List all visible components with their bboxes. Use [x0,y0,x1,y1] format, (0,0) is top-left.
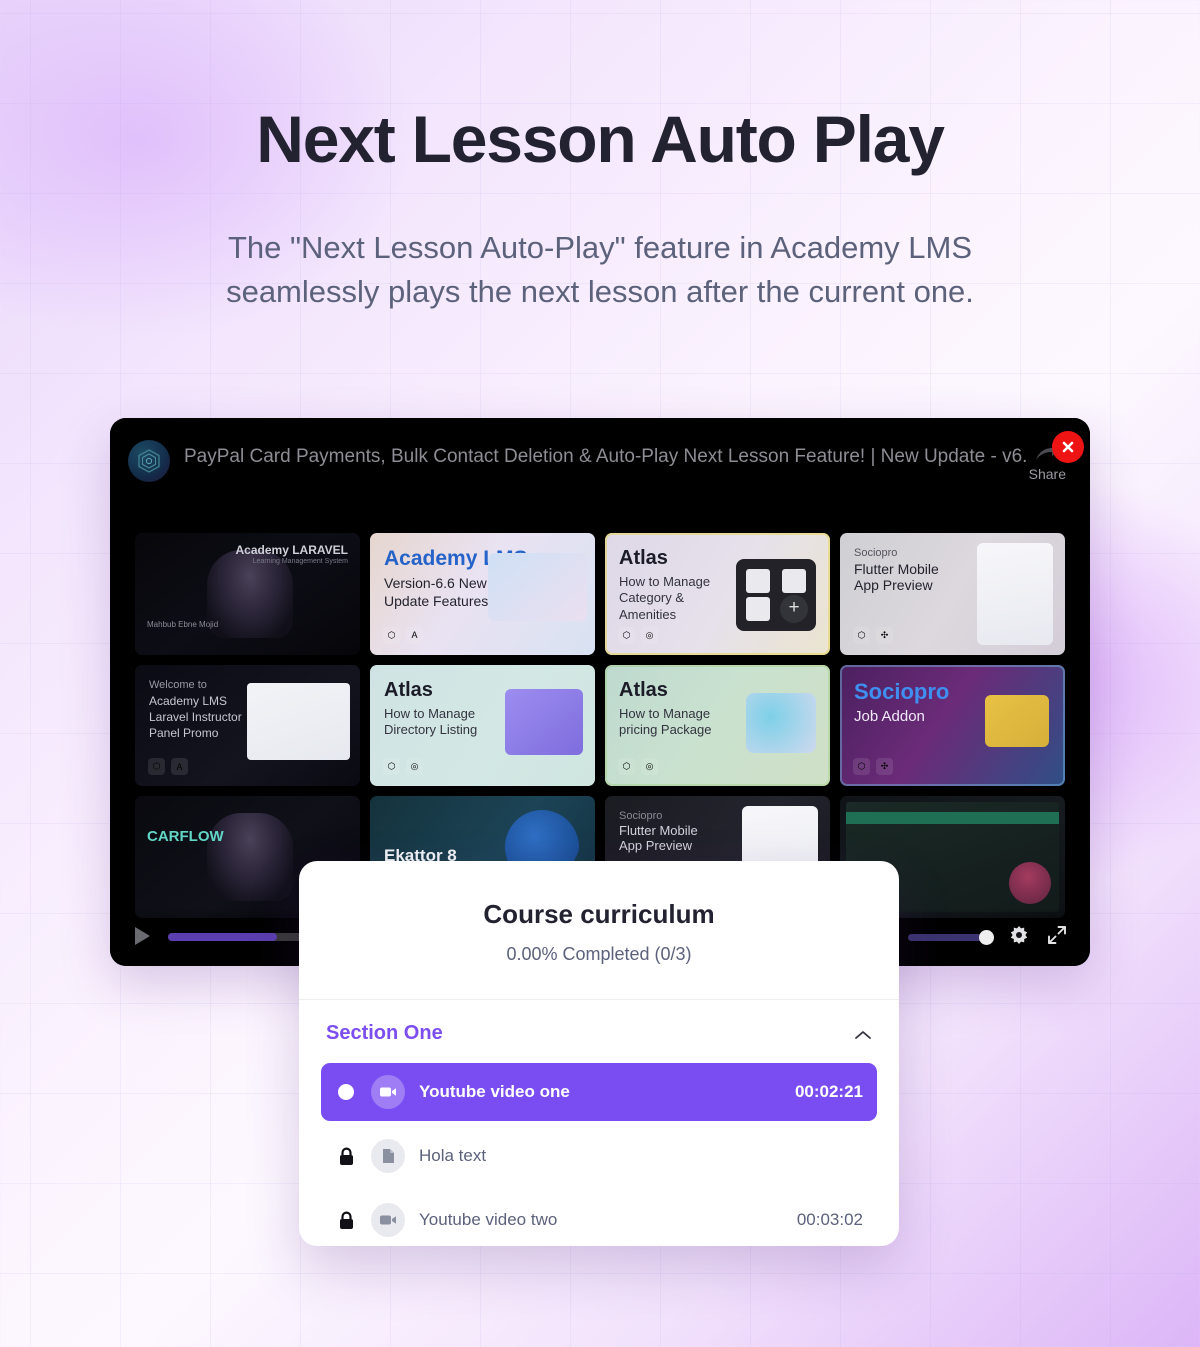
thumb-subtitle: How to Manage pricing Package [619,705,712,737]
thumb-brand-sub: Learning Management System [252,558,348,565]
share-label[interactable]: Share [1029,466,1066,482]
player-top-bar: PayPal Card Payments, Bulk Contact Delet… [110,418,1090,506]
list-item[interactable]: Youtube video two 00:03:02 [321,1191,877,1246]
thumb-badges: ⬡ ✣ [853,758,893,776]
lesson-name: Hola text [419,1146,487,1165]
video-camera-icon [371,1075,405,1109]
thumb-badges: ⬡ ◎ [618,626,658,644]
lesson-name: Youtube video one [419,1082,570,1101]
page-root: Next Lesson Auto Play The "Next Lesson A… [0,0,1200,1347]
lesson-name: Youtube video two [419,1210,558,1229]
chevron-up-icon[interactable] [854,1028,872,1040]
thumbnail-card[interactable]: Atlas How to Manage Category & Amenities… [605,533,830,655]
badge-hexagon-icon: ⬡ [618,626,635,644]
lock-icon [335,1211,357,1230]
video-progress-fill [168,933,278,941]
thumb-person-caption: Mahbub Ebne Mojid [147,619,219,629]
thumb-badges: ⬡ A [383,626,423,644]
radio-dot-icon [335,1084,357,1100]
thumb-badges: ⬡ ✣ [853,626,893,644]
thumbnail-card[interactable]: Sociopro Flutter Mobile App Preview ⬡ ✣ [840,533,1065,655]
curriculum-progress-text: 0.00% Completed (0/3) [506,944,692,964]
badge-hexagon-icon: ⬡ [853,758,870,776]
thumb-artwork [505,688,583,755]
lesson-duration: 00:02:21 [794,1082,863,1101]
page-subtitle: The "Next Lesson Auto-Play" feature in A… [226,230,974,310]
volume-slider[interactable] [908,929,994,945]
badge-hexagon-icon: ⬡ [383,626,400,644]
volume-knob[interactable] [979,929,994,945]
thumb-badges: ⬡ ◎ [618,758,658,776]
dashboard-mockup [246,682,350,761]
document-icon [371,1139,405,1173]
thumb-subtitle: How to Manage Directory Listing [384,705,478,737]
academy-hexagon-logo-icon[interactable] [128,440,170,482]
page-title: Next Lesson Auto Play [256,102,945,176]
curriculum-header: Course curriculum 0.00% Completed (0/3) [299,861,899,965]
section-header[interactable]: Section One [299,1000,899,1063]
lesson-duration: 00:03:02 [796,1210,863,1229]
badge-sociopro-icon: ✣ [876,758,893,776]
thumbnail-card[interactable]: Academy LARAVEL Learning Management Syst… [135,533,360,655]
thumb-title: CARFLOW [147,828,224,846]
video-title[interactable]: PayPal Card Payments, Bulk Contact Delet… [184,446,1029,468]
thumb-artwork: + [736,559,816,631]
list-item[interactable]: Youtube video one 00:02:21 [321,1063,877,1121]
thumb-subtitle: How to Manage Category & Amenities [619,574,711,622]
badge-hexagon-icon: ⬡ [383,758,400,776]
thumb-artwork [985,694,1049,747]
thumb-title: Flutter Mobile App Preview [854,561,939,594]
player-top-right-actions: Share [1029,431,1084,482]
thumbnail-card[interactable]: Academy LMS Version-6.6 New Update Featu… [370,533,595,655]
play-icon[interactable] [132,925,154,949]
badge-sociopro-icon: ✣ [876,626,893,644]
course-curriculum-panel: Course curriculum 0.00% Completed (0/3) … [299,861,899,1246]
gear-icon[interactable] [1008,924,1030,951]
lock-icon [335,1147,357,1166]
thumb-brand: Academy LARAVEL [235,543,348,557]
thumb-title: Flutter Mobile App Preview [619,823,698,854]
curriculum-title: Course curriculum [483,899,715,929]
badge-pin-icon: ◎ [641,626,658,644]
section-name: Section One [326,1022,443,1044]
badge-academy-icon: A [171,758,188,776]
badge-academy-icon: A [406,626,423,644]
list-item[interactable]: Hola text [321,1127,877,1185]
lesson-list: Youtube video one 00:02:21 Hola text You… [299,1063,899,1246]
badge-hexagon-icon: ⬡ [148,758,165,776]
avatar [1009,861,1051,904]
thumbnail-card[interactable]: Sociopro Job Addon ⬡ ✣ [840,664,1065,787]
badge-pin-icon: ◎ [641,758,658,776]
phone-mockup [976,543,1053,645]
badge-pin-icon: ◎ [406,758,423,776]
thumbnail-card[interactable]: Atlas How to Manage pricing Package ⬡ ◎ [605,664,830,787]
badge-hexagon-icon: ⬡ [618,758,635,776]
thumb-artwork [746,692,816,753]
video-camera-icon [371,1203,405,1237]
thumb-artwork [488,553,587,622]
thumb-badges: ⬡ A [148,758,188,776]
badge-hexagon-icon: ⬡ [853,626,870,644]
thumb-subtitle: Version-6.6 New Update Features [384,575,489,609]
thumbnail-card[interactable]: Welcome to Academy LMS Laravel Instructo… [135,664,360,787]
expand-icon[interactable] [1046,924,1068,951]
thumb-badges: ⬡ ◎ [383,758,423,776]
thumb-title: Academy LMS Laravel Instructor Panel Pro… [149,693,242,741]
thumbnail-card[interactable]: Atlas How to Manage Directory Listing ⬡ … [370,664,595,787]
close-button[interactable] [1052,431,1084,463]
